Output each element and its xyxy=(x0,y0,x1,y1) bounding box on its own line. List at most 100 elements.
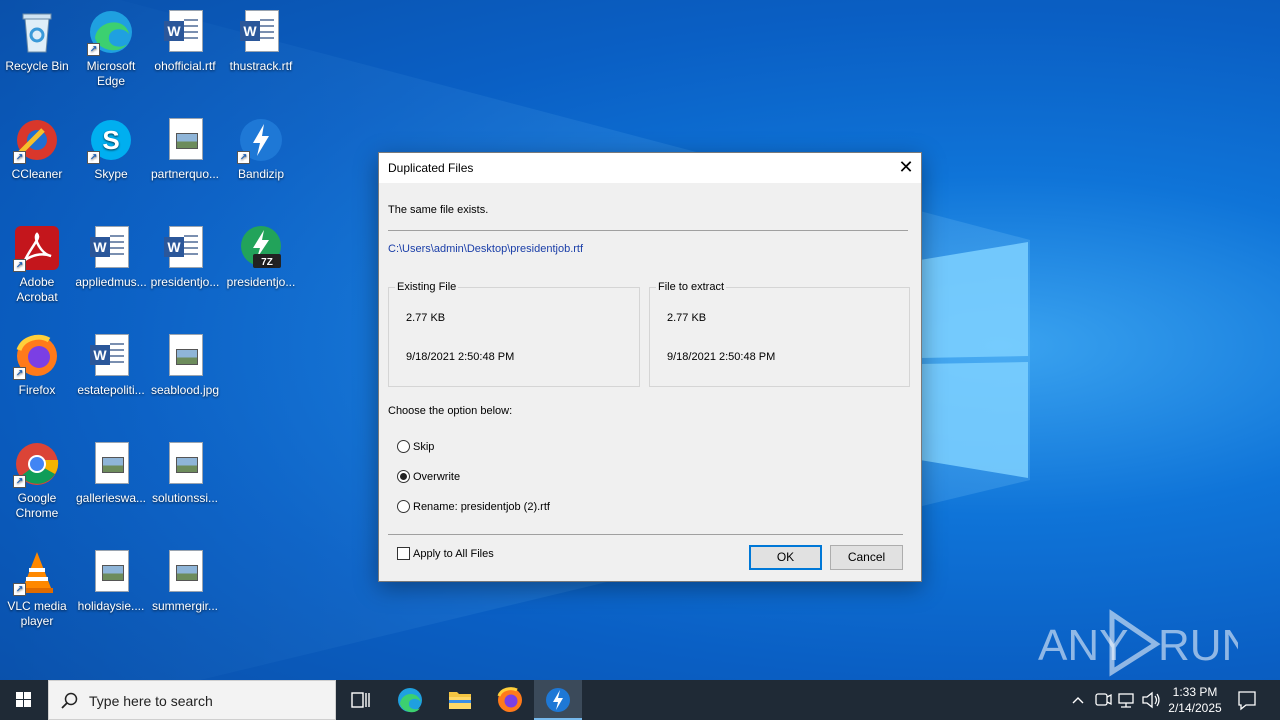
radio-rename-label[interactable]: Rename: presidentjob (2).rtf xyxy=(413,501,550,513)
extract-file-group: File to extract 2.77 KB 9/18/2021 2:50:4… xyxy=(649,281,910,387)
shortcut-arrow-icon: ↗ xyxy=(13,259,26,272)
task-view-button[interactable] xyxy=(336,680,384,720)
skype-icon: S ↗ xyxy=(87,116,135,164)
desktop-icon-presidentjo-rtf[interactable]: W presidentjo... xyxy=(148,224,222,290)
bandizip-icon: ↗ xyxy=(237,116,285,164)
word-document-icon: W xyxy=(87,224,135,272)
extract-file-title: File to extract xyxy=(656,281,727,293)
meet-now-icon xyxy=(1095,693,1112,706)
edge-icon xyxy=(398,688,422,713)
shortcut-arrow-icon: ↗ xyxy=(87,43,100,56)
start-button[interactable] xyxy=(0,680,48,720)
desktop-icon-ohofficial[interactable]: W ohofficial.rtf xyxy=(148,8,222,74)
taskbar-file-explorer[interactable] xyxy=(436,680,484,720)
ok-button[interactable]: OK xyxy=(749,545,822,570)
clock-time: 1:33 PM xyxy=(1172,685,1218,699)
shortcut-arrow-icon: ↗ xyxy=(13,475,26,488)
radio-skip-circle[interactable] xyxy=(397,440,410,453)
desktop-icon-gallerieswa[interactable]: gallerieswa... xyxy=(74,440,148,506)
extract-file-date: 9/18/2021 2:50:48 PM xyxy=(667,351,776,363)
firefox-icon xyxy=(497,687,522,712)
radio-overwrite-label[interactable]: Overwrite xyxy=(413,471,460,483)
svg-text:S: S xyxy=(102,125,119,155)
search-icon xyxy=(61,692,78,709)
tray-volume[interactable] xyxy=(1140,680,1162,720)
desktop-icon-recycle-bin[interactable]: Recycle Bin xyxy=(0,8,74,74)
cancel-button[interactable]: Cancel xyxy=(830,545,903,570)
desktop-icon-google-chrome[interactable]: ↗ Google Chrome xyxy=(0,440,74,521)
show-hidden-icons-button[interactable] xyxy=(1068,680,1088,720)
chevron-up-icon xyxy=(1072,697,1084,704)
desktop-icon-presidentjo-7z[interactable]: 7Z presidentjo... xyxy=(224,224,298,290)
image-file-icon xyxy=(161,332,209,380)
dialog-titlebar[interactable]: Duplicated Files ✕ xyxy=(379,153,921,183)
anyrun-watermark: ANY RUN xyxy=(1038,608,1253,678)
file-explorer-icon xyxy=(449,692,471,709)
word-document-icon: W xyxy=(237,8,285,56)
desktop-icon-solutionssi[interactable]: solutionssi... xyxy=(148,440,222,506)
word-document-icon: W xyxy=(161,8,209,56)
desktop-icon-appliedmus[interactable]: W appliedmus... xyxy=(74,224,148,290)
image-file-icon xyxy=(87,548,135,596)
taskbar-search-box[interactable]: Type here to search xyxy=(48,680,336,720)
radio-skip-label[interactable]: Skip xyxy=(413,441,434,453)
shortcut-arrow-icon: ↗ xyxy=(13,583,26,596)
taskbar: Type here to search 1:33 PM 2/14/2025 xyxy=(0,680,1280,720)
shortcut-arrow-icon: ↗ xyxy=(13,151,26,164)
tray-meet-now[interactable] xyxy=(1092,680,1114,720)
volume-icon xyxy=(1142,691,1160,709)
image-file-icon xyxy=(87,440,135,488)
apply-all-checkbox[interactable] xyxy=(397,547,410,560)
duplicated-files-dialog: Duplicated Files ✕ The same file exists.… xyxy=(378,152,922,582)
desktop-icon-holidaysie[interactable]: holidaysie.... xyxy=(74,548,148,614)
vlc-icon: ↗ xyxy=(13,548,61,596)
shortcut-arrow-icon: ↗ xyxy=(237,151,250,164)
ccleaner-icon: ↗ xyxy=(13,116,61,164)
desktop-icon-ccleaner[interactable]: ↗ CCleaner xyxy=(0,116,74,182)
divider xyxy=(388,230,908,231)
extract-file-size: 2.77 KB xyxy=(667,312,707,324)
radio-overwrite-circle[interactable] xyxy=(397,470,410,483)
image-file-icon xyxy=(161,116,209,164)
recycle-bin-icon xyxy=(13,8,61,56)
acrobat-icon: ↗ xyxy=(13,224,61,272)
desktop-icon-firefox[interactable]: ↗ Firefox xyxy=(0,332,74,398)
desktop-icon-adobe-acrobat[interactable]: ↗ Adobe Acrobat xyxy=(0,224,74,305)
desktop-icon-skype[interactable]: S ↗ Skype xyxy=(74,116,148,182)
firefox-icon: ↗ xyxy=(13,332,61,380)
dialog-message: The same file exists. xyxy=(388,204,489,216)
existing-file-size: 2.77 KB xyxy=(406,312,446,324)
existing-file-date: 9/18/2021 2:50:48 PM xyxy=(406,351,515,363)
network-icon xyxy=(1118,693,1134,708)
desktop-icon-vlc[interactable]: ↗ VLC media player xyxy=(0,548,74,629)
desktop-icon-summergir[interactable]: summergir... xyxy=(148,548,222,614)
chrome-icon: ↗ xyxy=(13,440,61,488)
notification-center-button[interactable] xyxy=(1232,680,1262,720)
image-file-icon xyxy=(161,548,209,596)
taskbar-edge[interactable] xyxy=(386,680,434,720)
dialog-title: Duplicated Files xyxy=(388,161,474,175)
desktop-icon-microsoft-edge[interactable]: ↗ Microsoft Edge xyxy=(74,8,148,89)
desktop-icon-thustrack[interactable]: W thustrack.rtf xyxy=(224,8,298,74)
7zip-archive-icon: 7Z xyxy=(237,224,285,272)
taskbar-clock[interactable]: 1:33 PM 2/14/2025 xyxy=(1160,684,1230,716)
desktop-icon-partnerquo[interactable]: partnerquo... xyxy=(148,116,222,182)
edge-icon: ↗ xyxy=(87,8,135,56)
clock-date: 2/14/2025 xyxy=(1168,701,1222,715)
apply-all-label[interactable]: Apply to All Files xyxy=(413,548,494,560)
radio-rename-circle[interactable] xyxy=(397,500,410,513)
desktop-icon-bandizip[interactable]: ↗ Bandizip xyxy=(224,116,298,182)
svg-text:7Z: 7Z xyxy=(261,257,273,268)
desktop-icon-estatepoliti[interactable]: W estatepoliti... xyxy=(74,332,148,398)
taskbar-firefox[interactable] xyxy=(486,680,534,720)
existing-file-title: Existing File xyxy=(395,281,459,293)
taskbar-bandizip[interactable] xyxy=(534,680,582,720)
close-icon[interactable]: ✕ xyxy=(891,153,921,183)
windows-logo-icon xyxy=(16,692,31,707)
tray-network[interactable] xyxy=(1116,680,1138,720)
desktop-icon-seablood[interactable]: seablood.jpg xyxy=(148,332,222,398)
image-file-icon xyxy=(161,440,209,488)
search-placeholder: Type here to search xyxy=(89,693,213,709)
watermark-text-left: ANY xyxy=(1038,621,1128,670)
word-document-icon: W xyxy=(87,332,135,380)
